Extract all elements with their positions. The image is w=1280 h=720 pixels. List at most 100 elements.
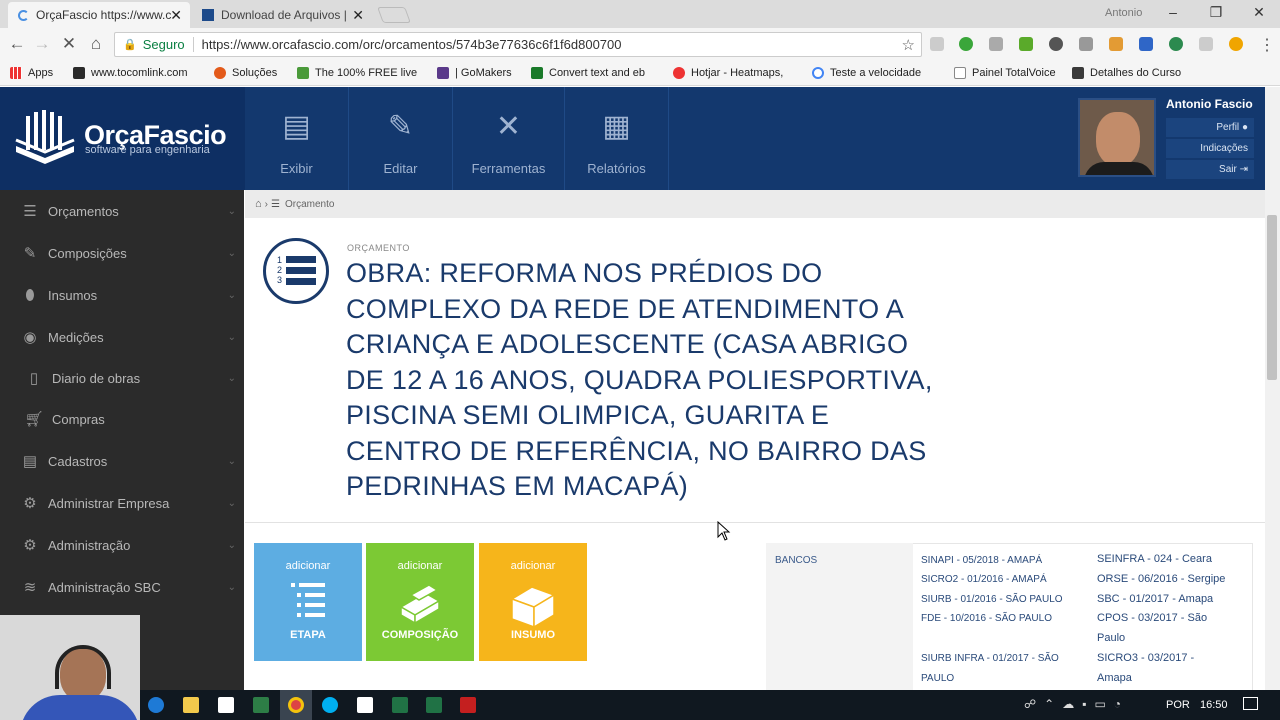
- tray-icons[interactable]: ☍⌃☁▪▭◔: [1024, 697, 1129, 711]
- sidebar-item-cadastros[interactable]: ▤ Cadastros ⌄: [0, 440, 244, 482]
- extension-icon[interactable]: [1049, 37, 1063, 51]
- banco-item: SINAPI - 05/2018 - AMAPÁ: [921, 555, 1043, 566]
- header-button-relatorios[interactable]: ▦ Relatórios: [565, 87, 669, 190]
- banco-item: SIURB INFRA - 01/2017 - SÃO PAULO: [921, 653, 1059, 684]
- forward-icon[interactable]: →: [31, 34, 53, 54]
- webcam-overlay: [0, 615, 140, 720]
- minimize-icon[interactable]: –: [1158, 4, 1188, 20]
- clock[interactable]: 16:50: [1200, 699, 1228, 711]
- breadcrumb: ⌂ › ☰ Orçamento: [245, 190, 1265, 218]
- store-icon[interactable]: [218, 697, 234, 713]
- bookmark-item[interactable]: Convert text and eb: [531, 67, 645, 79]
- breadcrumb-current[interactable]: Orçamento: [285, 199, 334, 210]
- close-window-icon[interactable]: ✕: [1244, 4, 1274, 21]
- webcam-face: [60, 649, 106, 701]
- bookmark-item[interactable]: Soluções: [214, 67, 277, 79]
- header-button-editar[interactable]: ✎ Editar: [349, 87, 453, 190]
- close-tab-icon[interactable]: ✕: [170, 7, 182, 24]
- bookmark-item[interactable]: www.tocomlink.com: [73, 67, 188, 79]
- scrollbar-thumb[interactable]: [1267, 215, 1277, 380]
- extension-icon[interactable]: [1079, 37, 1093, 51]
- restore-icon[interactable]: ❐: [1201, 4, 1231, 21]
- close-tab-icon[interactable]: ✕: [352, 7, 364, 24]
- browser-tabstrip: OrçaFascio https://www.c ✕ Download de A…: [0, 0, 1280, 28]
- notifications-icon[interactable]: [1243, 697, 1258, 710]
- list-icon[interactable]: ☰: [271, 199, 280, 210]
- bancos-label: BANCOS: [775, 555, 818, 566]
- chevron-down-icon: ⌄: [227, 331, 236, 343]
- bookmark-star-icon[interactable]: ☆: [902, 36, 915, 54]
- excel-icon[interactable]: [426, 697, 442, 713]
- tab-download[interactable]: Download de Arquivos | ✕: [192, 2, 372, 28]
- bookmark-item[interactable]: Detalhes do Curso: [1072, 67, 1181, 79]
- address-bar[interactable]: 🔒 Seguro https://www.orcafascio.com/orc/…: [114, 32, 922, 57]
- excel-icon[interactable]: [392, 697, 408, 713]
- back-icon[interactable]: ←: [6, 34, 28, 54]
- add-insumo-button[interactable]: adicionar INSUMO: [479, 543, 587, 661]
- bookmark-item[interactable]: Hotjar - Heatmaps,: [673, 67, 783, 79]
- avatar[interactable]: [1078, 98, 1156, 177]
- extension-icon[interactable]: [989, 37, 1003, 51]
- extension-icon[interactable]: [959, 37, 973, 51]
- chevron-down-icon: ⌄: [227, 455, 236, 467]
- pencil-icon: ✎: [23, 245, 37, 262]
- bookmark-item[interactable]: Teste a velocidade: [812, 67, 921, 79]
- skype-icon[interactable]: [322, 697, 338, 713]
- section-label: ORÇAMENTO: [347, 243, 410, 253]
- extension-icon[interactable]: [930, 37, 944, 51]
- chrome-icon[interactable]: [288, 697, 304, 713]
- bookmark-item[interactable]: Painel TotalVoice: [954, 67, 1056, 79]
- file-explorer-icon[interactable]: [183, 697, 199, 713]
- menu-icon[interactable]: ⋮: [1259, 35, 1275, 55]
- home-icon[interactable]: ⌂: [255, 198, 262, 210]
- referrals-link[interactable]: Indicações: [1166, 139, 1254, 158]
- home-icon[interactable]: ⌂: [85, 34, 107, 54]
- list-icon: ☰: [23, 203, 37, 220]
- sidebar-item-insumos[interactable]: ⬮ Insumos ⌄: [0, 274, 244, 316]
- language-indicator[interactable]: POR: [1166, 699, 1190, 711]
- header-button-exibir[interactable]: ▤ Exibir: [245, 87, 349, 190]
- bookmark-apps[interactable]: Apps: [10, 67, 53, 79]
- extension-icon[interactable]: [1139, 37, 1153, 51]
- logout-link[interactable]: Sair ⇥: [1166, 160, 1254, 179]
- add-composicao-button[interactable]: adicionar COMPOSIÇÃO: [366, 543, 474, 661]
- page-scrollbar[interactable]: [1265, 87, 1280, 690]
- tab-orcafascio[interactable]: OrçaFascio https://www.c ✕: [8, 2, 190, 28]
- favicon-icon: [673, 67, 685, 79]
- webcam-shirt: [20, 695, 140, 720]
- extension-icon[interactable]: [1019, 37, 1033, 51]
- favicon-icon: [297, 67, 309, 79]
- url-text[interactable]: https://www.orcafascio.com/orc/orcamento…: [202, 37, 622, 52]
- extension-icon[interactable]: [1229, 37, 1243, 51]
- stop-icon[interactable]: ✕: [58, 34, 80, 54]
- banco-item: FDE - 10/2016 - SÃO PAULO: [921, 613, 1052, 624]
- app-icon[interactable]: [253, 697, 269, 713]
- bookmark-item[interactable]: The 100% FREE live: [297, 67, 417, 79]
- sidebar-item-diario-de-obras[interactable]: ▯ Diario de obras ⌄: [0, 357, 244, 399]
- chevron-down-icon: ⌄: [227, 205, 236, 217]
- mail-icon[interactable]: [357, 697, 373, 713]
- sidebar-item-compras[interactable]: 🛒︎ Compras: [0, 398, 244, 440]
- sidebar-item-composicoes[interactable]: ✎ Composições ⌄: [0, 232, 244, 274]
- pdf-icon[interactable]: [460, 697, 476, 713]
- sidebar-item-orcamentos[interactable]: ☰ Orçamentos ⌄: [0, 190, 244, 232]
- extension-icon[interactable]: [1199, 37, 1213, 51]
- mouse-cursor-icon: [717, 521, 731, 541]
- avatar-shirt: [1084, 162, 1154, 175]
- sidebar-item-administrar-empresa[interactable]: ⚙ Administrar Empresa ⌄: [0, 482, 244, 524]
- add-etapa-button[interactable]: adicionar ETAPA: [254, 543, 362, 661]
- sidebar-item-administracao[interactable]: ⚙ Administração ⌄: [0, 524, 244, 566]
- extension-icon[interactable]: [1109, 37, 1123, 51]
- favicon-icon: [437, 67, 449, 79]
- extension-icon[interactable]: [1169, 37, 1183, 51]
- list-bullets-icon: [291, 583, 325, 617]
- sidebar-item-medicoes[interactable]: ◉ Medições ⌄: [0, 316, 244, 358]
- banco-item: SIURB - 01/2016 - SÃO PAULO: [921, 594, 1063, 605]
- profile-link[interactable]: Perfil ●: [1166, 118, 1254, 137]
- new-tab-button[interactable]: [377, 7, 411, 23]
- chevron-down-icon: ⌄: [227, 372, 236, 384]
- sidebar-item-administracao-sbc[interactable]: ≋ Administração SBC ⌄: [0, 566, 244, 608]
- edge-icon[interactable]: [148, 697, 164, 713]
- bookmark-item[interactable]: | GoMakers: [437, 67, 512, 79]
- header-button-ferramentas[interactable]: ✕ Ferramentas: [453, 87, 565, 190]
